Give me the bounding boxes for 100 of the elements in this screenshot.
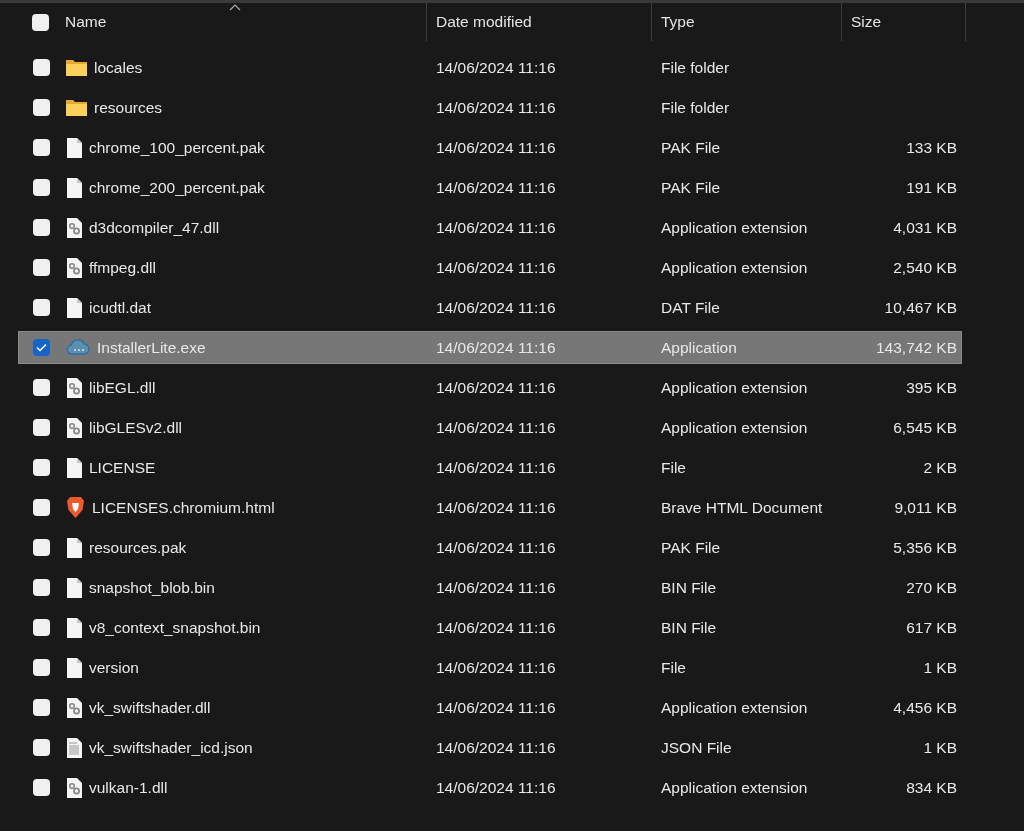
gear-file-icon [66, 217, 82, 238]
file-row[interactable]: vulkan-1.dll 14/06/2024 11:16 Application extension 834 KB [18, 771, 962, 804]
file-type: PAK File [660, 538, 722, 557]
file-row[interactable]: resources 14/06/2024 11:16 File folder [18, 91, 962, 124]
file-size: 1 KB [922, 658, 958, 677]
file-row[interactable]: version 14/06/2024 11:16 File 1 KB [18, 651, 962, 684]
date-modified: 14/06/2024 11:16 [435, 138, 557, 157]
file-size: 4,031 KB [892, 218, 958, 237]
file-size: 617 KB [905, 618, 958, 637]
cloud-icon [66, 339, 90, 356]
row-checkbox[interactable] [33, 139, 50, 156]
file-row[interactable]: vk_swiftshader.dll 14/06/2024 11:16 Application extension 4,456 KB [18, 691, 962, 724]
date-modified: 14/06/2024 11:16 [435, 98, 557, 117]
date-modified: 14/06/2024 11:16 [435, 218, 557, 237]
file-size: 834 KB [905, 778, 958, 797]
file-type: File [660, 458, 687, 477]
date-modified: 14/06/2024 11:16 [435, 618, 557, 637]
file-size: 4,456 KB [892, 698, 958, 717]
date-modified: 14/06/2024 11:16 [435, 578, 557, 597]
row-checkbox[interactable] [33, 219, 50, 236]
column-header[interactable]: Date modified [436, 13, 532, 31]
file-row[interactable]: locales 14/06/2024 11:16 File folder [18, 51, 962, 84]
date-modified: 14/06/2024 11:16 [435, 458, 557, 477]
row-checkbox[interactable] [33, 379, 50, 396]
file-row[interactable]: chrome_200_percent.pak 14/06/2024 11:16 PAK File 191 KB [18, 171, 962, 204]
row-checkbox[interactable] [33, 659, 50, 676]
file-row[interactable]: chrome_100_percent.pak 14/06/2024 11:16 PAK File 133 KB [18, 131, 962, 164]
date-modified: 14/06/2024 11:16 [435, 298, 557, 317]
file-name: vk_swiftshader_icd.json [89, 738, 253, 757]
file-row[interactable]: snapshot_blob.bin 14/06/2024 11:16 BIN File 270 KB [18, 571, 962, 604]
file-row[interactable]: d3dcompiler_47.dll 14/06/2024 11:16 Application extension 4,031 KB [18, 211, 962, 244]
column-header[interactable]: Size [851, 13, 882, 31]
row-checkbox[interactable] [33, 499, 50, 516]
file-name: vulkan-1.dll [89, 778, 168, 797]
row-checkbox[interactable] [33, 339, 50, 356]
file-name: locales [94, 58, 143, 77]
file-type: Application extension [660, 778, 809, 797]
text-file-icon [66, 737, 82, 758]
file-row[interactable]: icudtl.dat 14/06/2024 11:16 DAT File 10,467 KB [18, 291, 962, 324]
file-name: version [89, 658, 139, 677]
file-size: 133 KB [905, 138, 958, 157]
file-type: Application extension [660, 698, 809, 717]
row-checkbox[interactable] [33, 59, 50, 76]
date-modified: 14/06/2024 11:16 [435, 338, 557, 357]
file-name: LICENSES.chromium.html [92, 498, 275, 517]
date-modified: 14/06/2024 11:16 [435, 378, 557, 397]
file-type: Application extension [660, 378, 809, 397]
file-row[interactable]: resources.pak 14/06/2024 11:16 PAK File 5,356 KB [18, 531, 962, 564]
file-row[interactable]: libGLESv2.dll 14/06/2024 11:16 Application extension 6,545 KB [18, 411, 962, 444]
file-icon [66, 577, 82, 598]
file-size: 10,467 KB [883, 298, 958, 317]
file-type: BIN File [660, 578, 718, 597]
row-checkbox[interactable] [33, 699, 50, 716]
row-checkbox[interactable] [33, 299, 50, 316]
date-modified: 14/06/2024 11:16 [435, 58, 557, 77]
file-name: LICENSE [89, 458, 156, 477]
file-row[interactable]: LICENSES.chromium.html 14/06/2024 11:16 Brave HTML Document 9,011 KB [18, 491, 962, 524]
file-name: chrome_200_percent.pak [89, 178, 265, 197]
file-row[interactable]: v8_context_snapshot.bin 14/06/2024 11:16 BIN File 617 KB [18, 611, 962, 644]
row-checkbox[interactable] [33, 99, 50, 116]
row-checkbox[interactable] [33, 179, 50, 196]
file-size: 143,742 KB [875, 338, 958, 357]
file-size: 9,011 KB [893, 498, 958, 517]
row-checkbox[interactable] [33, 419, 50, 436]
file-type: Application [660, 338, 738, 357]
file-row[interactable]: ffmpeg.dll 14/06/2024 11:16 Application extension 2,540 KB [18, 251, 962, 284]
row-checkbox[interactable] [33, 539, 50, 556]
gear-file-icon [66, 257, 82, 278]
gear-file-icon [66, 697, 82, 718]
select-all-checkbox[interactable] [32, 13, 49, 31]
date-modified: 14/06/2024 11:16 [435, 538, 557, 557]
row-checkbox[interactable] [33, 459, 50, 476]
file-size: 191 KB [905, 178, 958, 197]
row-checkbox[interactable] [33, 619, 50, 636]
file-name: v8_context_snapshot.bin [89, 618, 261, 637]
file-size: 2 KB [922, 458, 958, 477]
date-modified: 14/06/2024 11:16 [435, 698, 557, 717]
file-type: Application extension [660, 218, 809, 237]
file-row[interactable]: libEGL.dll 14/06/2024 11:16 Application extension 395 KB [18, 371, 962, 404]
file-name: ffmpeg.dll [89, 258, 156, 277]
file-size: 2,540 KB [892, 258, 958, 277]
file-size: 270 KB [905, 578, 958, 597]
file-icon [66, 177, 82, 198]
gear-file-icon [66, 377, 82, 398]
row-checkbox[interactable] [33, 259, 50, 276]
file-icon [66, 657, 82, 678]
row-checkbox[interactable] [33, 579, 50, 596]
file-type: PAK File [660, 178, 722, 197]
date-modified: 14/06/2024 11:16 [435, 418, 557, 437]
column-header[interactable]: Name [65, 13, 107, 31]
file-row[interactable]: InstallerLite.exe 14/06/2024 11:16 Application 143,742 KB [18, 331, 962, 364]
file-type: Application extension [660, 258, 809, 277]
column-header[interactable]: Type [661, 13, 695, 31]
file-row[interactable]: LICENSE 14/06/2024 11:16 File 2 KB [18, 451, 962, 484]
file-type: Application extension [660, 418, 809, 437]
file-row[interactable]: vk_swiftshader_icd.json 14/06/2024 11:16 JSON File 1 KB [18, 731, 962, 764]
file-name: InstallerLite.exe [97, 338, 206, 357]
file-name: d3dcompiler_47.dll [89, 218, 220, 237]
row-checkbox[interactable] [33, 779, 50, 796]
row-checkbox[interactable] [33, 739, 50, 756]
